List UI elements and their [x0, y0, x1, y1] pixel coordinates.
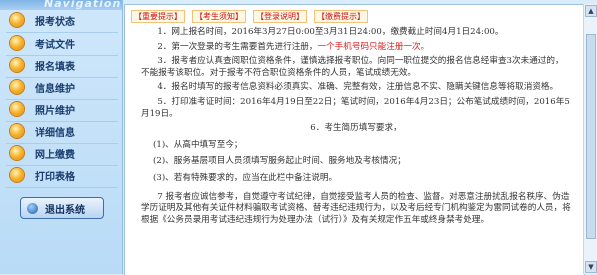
bullet-icon [10, 124, 24, 138]
scrollbar[interactable]: ▲ ▼ [583, 4, 597, 274]
tab-bar: 【重要提示】 【考生须知】 【登录说明】 【缴费提示】 [131, 10, 368, 23]
bullet-icon [10, 80, 24, 94]
logout-button[interactable]: 退出系统 [20, 197, 104, 219]
bullet-icon [10, 58, 24, 72]
highlighted-warning: 一个手机号码只能注册一次。 [317, 41, 430, 52]
sidebar-item-label: 网上缴费 [35, 149, 75, 161]
sidebar-item-label: 报名填表 [35, 61, 75, 73]
bullet-icon [10, 13, 24, 27]
bullet-icon [10, 36, 24, 50]
sidebar-item-info-maintenance[interactable]: 信息维护 [0, 76, 122, 98]
notice-paragraph: 4．报名时填写的报考信息资料必须真实、准确、完整有效，注册信息不实、隐瞒关键信息… [157, 82, 559, 93]
notice-paragraph: 1．网上报名时间，2016年3月27日0:00至3月31日24:00，缴费截止时… [157, 27, 504, 37]
sidebar: Navigation 报考状态 考试文件 报名填表 信息维护 照片维护 详细信息… [0, 0, 123, 274]
logout-icon [27, 202, 38, 214]
bullet-icon [10, 146, 24, 160]
notice-paragraph: 2．第一次登录的考生需要首先进行注册，一个手机号码只能注册一次。 [141, 42, 571, 54]
sidebar-item-registration-form[interactable]: 报名填表 [0, 54, 122, 76]
sidebar-item-status[interactable]: 报考状态 [0, 9, 122, 31]
notice-paragraph: 5．打印准考证时间：2016年4月19日至22日；笔试时间，2016年4月23日… [141, 96, 570, 119]
list-item: (3)、若有特殊要求的，应当在此栏中备注说明。 [153, 172, 338, 183]
sidebar-item-label: 照片维护 [35, 105, 75, 117]
tab-payment-tips[interactable]: 【缴费提示】 [314, 10, 368, 23]
sidebar-item-label: 考试文件 [35, 39, 75, 51]
sidebar-item-label: 信息维护 [35, 83, 75, 95]
sidebar-item-photo-maintenance[interactable]: 照片维护 [0, 98, 122, 120]
tab-login-instructions[interactable]: 【登录说明】 [253, 10, 307, 23]
notice-paragraph: 7 报考者应诚信参考，自觉遵守考试纪律，自觉接受监考人员的检查、监督。对恶意注册… [141, 191, 571, 225]
list-item: (2)、服务基层项目人员须填写服务起止时间、服务地及考核情况； [153, 156, 406, 167]
sidebar-item-label: 详细信息 [35, 127, 75, 139]
scroll-down-icon[interactable]: ▼ [585, 261, 597, 273]
notice-paragraph: 3．报考者应认真查阅职位资格条件，谨慎选择报考职位。向同一职位提交的报名信息经审… [141, 56, 564, 78]
sidebar-item-label: 打印表格 [35, 171, 75, 183]
notice-text: 2．第一次登录的考生需要首先进行注册， [157, 41, 318, 52]
scroll-up-icon[interactable]: ▲ [585, 5, 597, 17]
divider [6, 187, 118, 188]
bullet-icon [10, 102, 24, 116]
list-item: (1)、从高中填写至今； [153, 139, 243, 150]
sidebar-item-documents[interactable]: 考试文件 [0, 32, 122, 54]
sidebar-item-online-payment[interactable]: 网上缴费 [0, 142, 122, 164]
tab-candidate-notes[interactable]: 【考生须知】 [192, 10, 246, 23]
sidebar-item-print-forms[interactable]: 打印表格 [0, 164, 122, 186]
logout-label: 退出系统 [45, 204, 85, 216]
notice-content: 1．网上报名时间，2016年3月27日0:00至3月31日24:00，缴费截止时… [141, 27, 571, 229]
sidebar-item-details[interactable]: 详细信息 [0, 120, 122, 142]
notice-panel: 【重要提示】 【考生须知】 【登录说明】 【缴费提示】 1．网上报名时间，201… [124, 4, 585, 275]
tab-important-notice[interactable]: 【重要提示】 [131, 10, 185, 23]
notice-section-title: 6．考生简历填写要求， [310, 123, 402, 134]
sidebar-item-label: 报考状态 [35, 16, 75, 28]
scroll-thumb[interactable] [586, 34, 596, 239]
bullet-icon [10, 168, 24, 182]
